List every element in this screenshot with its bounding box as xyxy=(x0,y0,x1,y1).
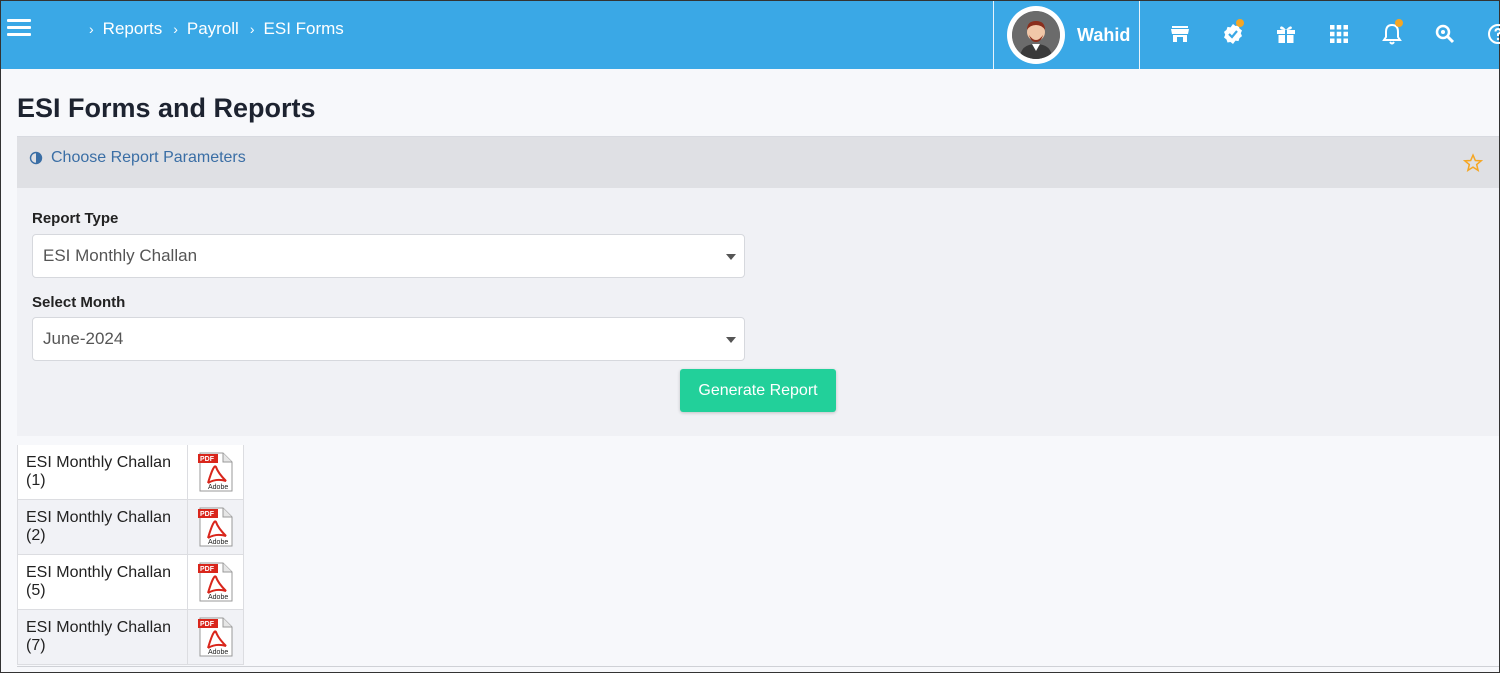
file-name: ESI Monthly Challan (5) xyxy=(17,555,188,609)
report-type-select[interactable]: ESI Monthly Challan xyxy=(32,234,745,278)
month-value: June-2024 xyxy=(43,329,124,348)
month-select[interactable]: June-2024 xyxy=(32,317,745,361)
chevron-right-icon: › xyxy=(173,21,178,37)
caret-down-icon xyxy=(726,254,736,260)
pdf-download-icon[interactable]: PDF Adobe xyxy=(188,500,244,554)
svg-text:Adobe: Adobe xyxy=(208,539,228,546)
report-type-label: Report Type xyxy=(32,210,119,227)
apps-grid-icon[interactable] xyxy=(1320,15,1358,53)
hamburger-menu-icon[interactable] xyxy=(7,19,31,39)
breadcrumb-esi-forms[interactable]: ESI Forms xyxy=(264,19,344,39)
file-name: ESI Monthly Challan (1) xyxy=(17,445,188,499)
svg-text:PDF: PDF xyxy=(200,456,215,463)
svg-text:Adobe: Adobe xyxy=(208,484,228,491)
pdf-download-icon[interactable]: PDF Adobe xyxy=(188,610,244,664)
panel-toggle[interactable]: Choose Report Parameters xyxy=(29,149,246,167)
user-menu[interactable]: Wahid xyxy=(1007,1,1130,69)
generate-report-button[interactable]: Generate Report xyxy=(680,369,836,412)
svg-text:PDF: PDF xyxy=(200,511,215,518)
star-icon[interactable] xyxy=(1463,153,1483,173)
breadcrumb: › Reports › Payroll › ESI Forms xyxy=(89,19,355,39)
list-item: ESI Monthly Challan (5) PDF Adobe xyxy=(17,555,244,610)
chevron-right-icon: › xyxy=(89,21,94,37)
store-icon[interactable] xyxy=(1161,15,1199,53)
page-title: ESI Forms and Reports xyxy=(17,93,316,123)
user-avatar-image xyxy=(1012,11,1060,59)
bell-icon[interactable] xyxy=(1373,15,1411,53)
svg-text:PDF: PDF xyxy=(200,621,215,628)
panel-title: Choose Report Parameters xyxy=(51,149,246,166)
list-item: ESI Monthly Challan (1) PDF Adobe xyxy=(17,445,244,500)
report-type-value: ESI Monthly Challan xyxy=(43,246,198,265)
breadcrumb-payroll[interactable]: Payroll xyxy=(187,19,239,39)
divider xyxy=(17,666,1499,667)
pdf-download-icon[interactable]: PDF Adobe xyxy=(188,445,244,499)
svg-text:PDF: PDF xyxy=(200,566,215,573)
gift-icon[interactable] xyxy=(1267,15,1305,53)
top-navbar: › Reports › Payroll › ESI Forms Wahid xyxy=(1,1,1500,69)
chevron-right-icon: › xyxy=(249,21,255,37)
file-name: ESI Monthly Challan (7) xyxy=(17,610,188,664)
caret-down-icon xyxy=(726,337,736,343)
svg-text:Adobe: Adobe xyxy=(208,649,228,656)
svg-text:Adobe: Adobe xyxy=(208,594,228,601)
pdf-download-icon[interactable]: PDF Adobe xyxy=(188,555,244,609)
select-month-label: Select Month xyxy=(32,294,126,311)
file-name: ESI Monthly Challan (2) xyxy=(17,500,188,554)
breadcrumb-reports[interactable]: Reports xyxy=(103,19,163,39)
header-divider xyxy=(993,1,994,69)
collapse-toggle-icon xyxy=(29,151,43,165)
avatar[interactable] xyxy=(1007,6,1065,64)
report-file-list: ESI Monthly Challan (1) PDF Adobe ESI Mo… xyxy=(17,445,244,665)
header-divider xyxy=(1139,1,1140,69)
list-item: ESI Monthly Challan (2) PDF Adobe xyxy=(17,500,244,555)
header-icon-bar xyxy=(1161,15,1500,53)
page-content: ESI Forms and Reports Choose Report Para… xyxy=(1,69,1499,672)
list-item: ESI Monthly Challan (7) PDF Adobe xyxy=(17,610,244,665)
panel-header: Choose Report Parameters xyxy=(17,137,1499,188)
verified-badge-icon[interactable] xyxy=(1214,15,1252,53)
user-name[interactable]: Wahid xyxy=(1077,25,1130,46)
search-icon[interactable] xyxy=(1426,15,1464,53)
report-parameters-panel: Choose Report Parameters Report Type ESI… xyxy=(17,136,1499,436)
notification-dot xyxy=(1236,19,1244,27)
help-icon[interactable] xyxy=(1479,15,1500,53)
notification-dot xyxy=(1395,19,1403,27)
